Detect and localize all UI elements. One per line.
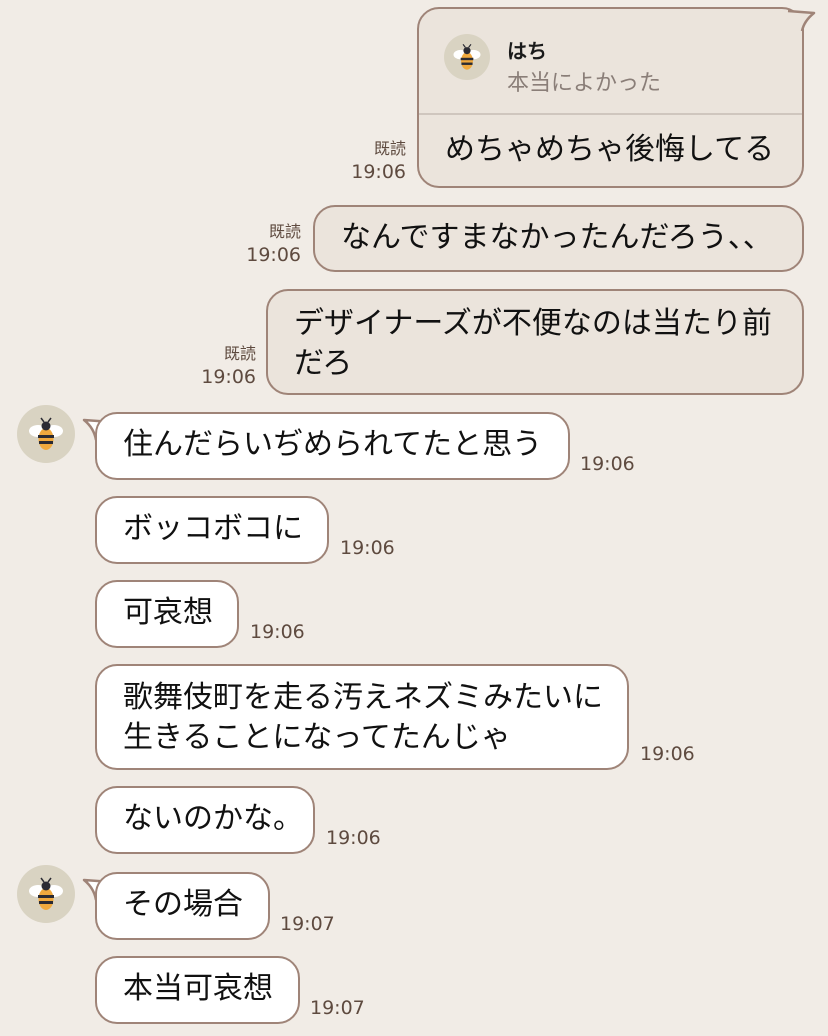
message-text: 可哀想 (123, 595, 213, 630)
message-time: 19:06 (640, 743, 695, 765)
message-text: なんですまなかったんだろう、、 (341, 220, 773, 255)
message-bubble[interactable]: 可哀想 (95, 580, 239, 648)
message-text: 住んだらいぢめられてたと思う (123, 427, 543, 462)
message-time: 19:06 (250, 621, 305, 643)
bee-icon (29, 877, 63, 910)
message-time: 19:06 (351, 161, 406, 183)
message-time: 19:06 (246, 244, 301, 266)
message-text: 歌舞伎町を走る汚えネズミみたいに (123, 680, 603, 715)
reply-divider (419, 113, 802, 115)
message-bubble[interactable]: その場合 (95, 872, 270, 940)
message-time: 19:06 (326, 827, 381, 849)
message-bubble[interactable]: 本当可哀想 (95, 956, 300, 1024)
reply-sender-name: はち (507, 39, 547, 63)
message-text: だろ (294, 346, 353, 381)
message-text: めちゃめちゃ後悔してる (445, 132, 775, 167)
message-time: 19:07 (310, 997, 365, 1019)
message-text: 生きることになってたんじゃ (123, 720, 511, 755)
contact-avatar[interactable] (17, 865, 75, 923)
bee-icon (29, 417, 63, 450)
message-text: ないのかな。 (123, 801, 303, 836)
message-bubble[interactable]: デザイナーズが不便なのは当たり前 だろ (266, 289, 804, 395)
read-receipt: 既読 19:06 (336, 138, 406, 184)
bubble-tail (786, 9, 816, 32)
message-time: 19:06 (201, 366, 256, 388)
message-text: 本当可哀想 (123, 971, 273, 1006)
message-bubble[interactable]: 歌舞伎町を走る汚えネズミみたいに 生きることになってたんじゃ (95, 664, 629, 770)
reply-avatar (444, 34, 490, 80)
message-time: 19:06 (340, 537, 395, 559)
read-label: 既読 (223, 344, 256, 363)
read-receipt: 既読 19:06 (231, 221, 301, 267)
read-receipt: 既読 19:06 (186, 343, 256, 389)
bee-icon (453, 43, 481, 70)
message-text: その場合 (123, 887, 243, 922)
message-bubble[interactable]: なんですまなかったんだろう、、 (313, 205, 804, 272)
read-label: 既読 (268, 222, 301, 241)
message-bubble[interactable]: ないのかな。 (95, 786, 315, 854)
message-bubble-reply[interactable]: はち 本当によかった めちゃめちゃ後悔してる (417, 7, 804, 188)
read-label: 既読 (373, 139, 406, 158)
message-bubble[interactable]: ボッコボコに (95, 496, 329, 564)
message-text: デザイナーズが不便なのは当たり前 (294, 306, 772, 341)
reply-quoted-text: 本当によかった (507, 71, 662, 96)
message-time: 19:06 (580, 453, 635, 475)
message-time: 19:07 (280, 913, 335, 935)
message-text: ボッコボコに (123, 511, 303, 546)
message-bubble[interactable]: 住んだらいぢめられてたと思う (95, 412, 570, 480)
contact-avatar[interactable] (17, 405, 75, 463)
